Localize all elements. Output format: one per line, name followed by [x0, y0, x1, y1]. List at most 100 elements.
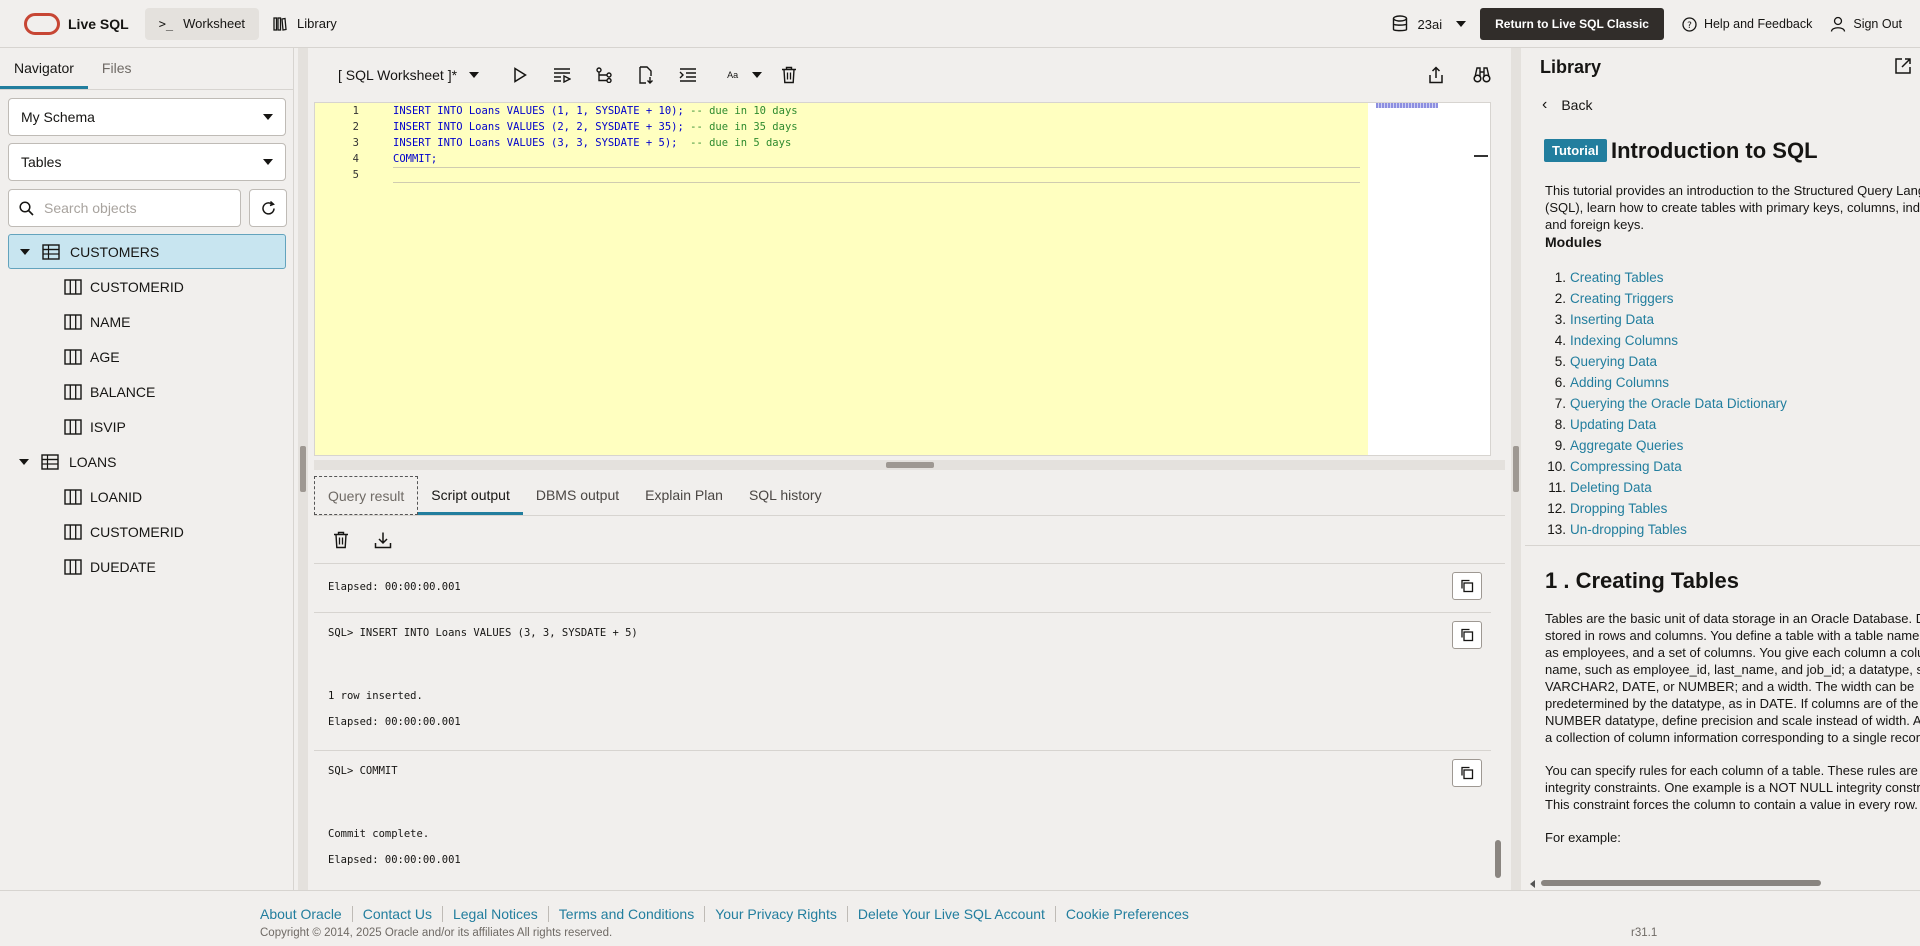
explain-plan-button[interactable]: [589, 60, 619, 90]
trash-icon: [334, 531, 348, 548]
clear-output-button[interactable]: [326, 525, 356, 555]
module-link[interactable]: 3. Inserting Data: [1545, 309, 1787, 330]
top-bar: Live SQL >_ Worksheet Library 23ai Retur…: [0, 0, 1920, 48]
scroll-left-icon[interactable]: [1530, 880, 1535, 888]
object-type-select[interactable]: Tables: [8, 143, 286, 181]
worksheet-title-select[interactable]: [ SQL Worksheet ]*: [338, 67, 480, 83]
left-splitter[interactable]: [298, 48, 308, 890]
footer-link-terms[interactable]: Terms and Conditions: [547, 906, 704, 922]
tab-explain-plan[interactable]: Explain Plan: [632, 474, 736, 515]
user-icon: [1831, 16, 1846, 32]
footer-link-cookies[interactable]: Cookie Preferences: [1054, 906, 1199, 922]
share-button[interactable]: [1421, 60, 1451, 90]
find-replace-button[interactable]: [1467, 60, 1497, 90]
column-name: ISVIP: [90, 418, 126, 435]
module-link[interactable]: 8. Updating Data: [1545, 414, 1787, 435]
splitter-handle[interactable]: [300, 446, 306, 492]
tree-column[interactable]: LOANID: [8, 479, 286, 514]
tree-column[interactable]: AGE: [8, 339, 286, 374]
worksheet-nav-button[interactable]: >_ Worksheet: [144, 7, 260, 40]
output-toolbar: [314, 516, 1505, 564]
tab-query-result[interactable]: Query result: [314, 476, 419, 515]
code-area[interactable]: INSERT INTO Loans VALUES (1, 1, SYSDATE …: [393, 103, 1360, 183]
output-line: 1 row inserted.: [328, 690, 423, 702]
app-brand: Live SQL: [68, 15, 129, 32]
module-link[interactable]: 9. Aggregate Queries: [1545, 435, 1787, 456]
code-line-current: [393, 167, 1360, 183]
download-output-button[interactable]: [368, 525, 398, 555]
open-external-button[interactable]: [1894, 57, 1912, 78]
oracle-logo-icon: [24, 12, 60, 35]
return-to-classic-button[interactable]: Return to Live SQL Classic: [1480, 8, 1664, 40]
right-splitter[interactable]: [1511, 48, 1521, 890]
format-button[interactable]: [673, 60, 703, 90]
database-select[interactable]: 23ai: [1392, 15, 1467, 33]
schema-select[interactable]: My Schema: [8, 98, 286, 136]
sign-out-link[interactable]: Sign Out: [1830, 16, 1902, 32]
output-scrollbar[interactable]: [1491, 564, 1505, 890]
worksheet-nav-label: Worksheet: [183, 16, 246, 31]
oracle-logo[interactable]: Live SQL: [24, 12, 129, 35]
copy-output-button[interactable]: [1452, 572, 1482, 600]
tab-navigator[interactable]: Navigator: [0, 48, 88, 89]
output-block: SQL> COMMIT Commit complete. Elapsed: 00…: [314, 751, 1491, 890]
tab-sql-history[interactable]: SQL history: [736, 474, 835, 515]
library-nav-button[interactable]: Library: [259, 8, 351, 40]
tree-column[interactable]: CUSTOMERID: [8, 269, 286, 304]
help-feedback-link[interactable]: ? Help and Feedback: [1682, 16, 1812, 32]
editor-scrollbar[interactable]: [1491, 102, 1505, 456]
tutorial-intro: This tutorial provides an introduction t…: [1545, 183, 1920, 232]
library-horizontal-scrollbar[interactable]: [1525, 875, 1920, 889]
module-link[interactable]: 7. Querying the Oracle Data Dictionary: [1545, 393, 1787, 414]
module-link[interactable]: 10. Compressing Data: [1545, 456, 1787, 477]
tab-script-output[interactable]: Script output: [418, 474, 523, 515]
splitter-handle[interactable]: [886, 462, 934, 468]
scrollbar-thumb[interactable]: [1495, 840, 1501, 878]
module-link[interactable]: 12. Dropping Tables: [1545, 498, 1787, 519]
module-link[interactable]: 6. Adding Columns: [1545, 372, 1787, 393]
tree-column[interactable]: NAME: [8, 304, 286, 339]
font-size-button[interactable]: Aa: [727, 60, 763, 90]
run-script-button[interactable]: [547, 60, 577, 90]
tree-column[interactable]: CUSTOMERID: [8, 514, 286, 549]
top-nav: >_ Worksheet Library: [144, 7, 351, 40]
footer-link-delete-account[interactable]: Delete Your Live SQL Account: [846, 906, 1055, 922]
tree-table-customers[interactable]: CUSTOMERS: [8, 234, 286, 269]
tree-column[interactable]: ISVIP: [8, 409, 286, 444]
output-line: Elapsed: 00:00:00.001: [328, 854, 461, 866]
editor-minimap[interactable]: [1368, 103, 1490, 455]
column-icon: [64, 313, 82, 330]
module-link[interactable]: 4. Indexing Columns: [1545, 330, 1787, 351]
output-block: Elapsed: 00:00:00.001: [314, 564, 1491, 613]
module-link[interactable]: 13. Un-dropping Tables: [1545, 519, 1787, 540]
tree-table-loans[interactable]: LOANS: [8, 444, 286, 479]
sql-editor[interactable]: 1 2 3 4 5 INSERT INTO Loans VALUES (1, 1…: [314, 102, 1491, 456]
copy-output-button[interactable]: [1452, 621, 1482, 649]
back-button[interactable]: ‹ Back: [1542, 96, 1592, 114]
refresh-icon: [261, 200, 275, 215]
footer-link-about[interactable]: About Oracle: [260, 906, 352, 922]
tutorial-badge: Tutorial: [1544, 139, 1607, 162]
search-objects-input[interactable]: [44, 200, 224, 216]
tab-files[interactable]: Files: [88, 48, 146, 89]
scrollbar-thumb[interactable]: [1541, 880, 1821, 886]
example-label: For example:: [1545, 830, 1621, 845]
copy-output-button[interactable]: [1452, 759, 1482, 787]
tree-column[interactable]: BALANCE: [8, 374, 286, 409]
module-link[interactable]: 11. Deleting Data: [1545, 477, 1787, 498]
footer-link-contact[interactable]: Contact Us: [351, 906, 442, 922]
splitter-handle[interactable]: [1513, 446, 1519, 492]
module-link[interactable]: 2. Creating Triggers: [1545, 288, 1787, 309]
editor-output-splitter[interactable]: [314, 460, 1505, 470]
module-link[interactable]: 5. Querying Data: [1545, 351, 1787, 372]
modules-heading: Modules: [1545, 234, 1602, 250]
footer-link-privacy[interactable]: Your Privacy Rights: [704, 906, 847, 922]
tree-column[interactable]: DUEDATE: [8, 549, 286, 584]
tab-dbms-output[interactable]: DBMS output: [523, 474, 632, 515]
refresh-button[interactable]: [249, 189, 287, 227]
module-link[interactable]: 1. Creating Tables: [1545, 267, 1787, 288]
run-statement-button[interactable]: [505, 60, 535, 90]
footer-link-legal[interactable]: Legal Notices: [441, 906, 548, 922]
autotrace-button[interactable]: [631, 60, 661, 90]
clear-editor-button[interactable]: [774, 60, 804, 90]
